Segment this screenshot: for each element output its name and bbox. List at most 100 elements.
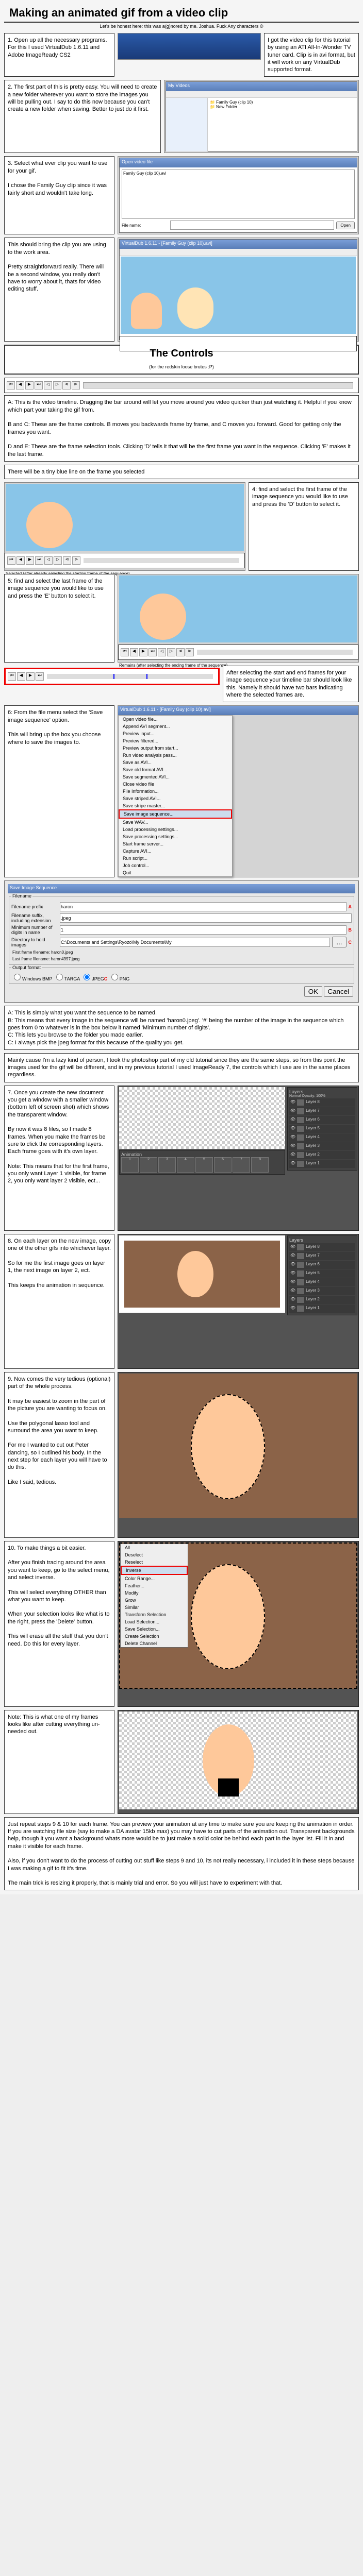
- anim-frame[interactable]: 4: [177, 1157, 194, 1173]
- select-menu[interactable]: AllDeselectReselectInverseColor Range...…: [120, 1544, 188, 1648]
- ps-lasso-canvas: [119, 1374, 357, 1518]
- window-menubar: [166, 91, 357, 98]
- layer-row[interactable]: 👁Layer 3: [289, 1142, 355, 1150]
- menu-item[interactable]: Preview input...: [119, 730, 232, 737]
- menu-item[interactable]: Modify: [121, 1589, 188, 1597]
- step1-box: 1. Open up all the necessary programs. F…: [4, 33, 114, 77]
- fmt-tga[interactable]: [56, 974, 63, 980]
- menu-item[interactable]: Load Selection...: [121, 1618, 188, 1625]
- anim-frame[interactable]: 8: [251, 1157, 269, 1173]
- menu-item[interactable]: Save processing settings...: [119, 833, 232, 840]
- layer-row[interactable]: 👁Layer 6: [289, 1116, 355, 1124]
- menu-item[interactable]: Preview output from start...: [119, 744, 232, 752]
- menu-item[interactable]: Deselect: [121, 1551, 188, 1558]
- menu-item[interactable]: Save WAV...: [119, 819, 232, 826]
- save-sequence-dialog: Save Image Sequence Filename Filename pr…: [4, 880, 359, 1003]
- step8-box: 8. On each layer on the new image, copy …: [4, 1234, 114, 1369]
- timeline-track[interactable]: [83, 382, 353, 388]
- menu-item[interactable]: Save stripe master...: [119, 802, 232, 809]
- layer-row[interactable]: 👁Layer 2: [289, 1151, 355, 1159]
- photo-note: Mainly cause I'm a lazy kind of person, …: [4, 1053, 359, 1082]
- dir-input[interactable]: [60, 938, 330, 947]
- layer-row[interactable]: 👁Layer 8: [289, 1243, 355, 1251]
- ps-canvas-peter: [119, 1235, 285, 1313]
- menu-item[interactable]: Transform Selection: [121, 1611, 188, 1618]
- menu-item[interactable]: File Information...: [119, 788, 232, 795]
- menu-item[interactable]: All: [121, 1544, 188, 1551]
- menu-item[interactable]: Append AVI segment...: [119, 723, 232, 730]
- final-note: Just repeat steps 9 & 10 for each frame.…: [4, 1817, 359, 1891]
- menu-item[interactable]: Save Selection...: [121, 1625, 188, 1633]
- ps-step9: [118, 1372, 359, 1538]
- menu-item[interactable]: Open video file...: [119, 716, 232, 723]
- prefix-input[interactable]: [60, 902, 346, 911]
- after-select-timeline: ⏮◀▶⏭: [4, 668, 220, 685]
- menu-item[interactable]: Load processing settings...: [119, 826, 232, 833]
- menu-item[interactable]: Delete Channel: [121, 1640, 188, 1647]
- menu-item[interactable]: Inverse: [121, 1566, 188, 1575]
- open-dialog-title: Open video file: [120, 158, 357, 167]
- page-title: Making an animated gif from a video clip: [4, 4, 359, 23]
- fmt-png[interactable]: [111, 974, 118, 980]
- window-titlebar: My Videos: [166, 82, 357, 91]
- anim-frame[interactable]: 5: [195, 1157, 213, 1173]
- menu-item[interactable]: Job control...: [119, 862, 232, 869]
- layer-row[interactable]: 👁Layer 3: [289, 1287, 355, 1295]
- menu-item[interactable]: Save image sequence...: [119, 809, 232, 819]
- explorer-screenshot: My Videos 📁 Family Guy (clip 10)📁 New Fo…: [164, 80, 359, 153]
- digits-input[interactable]: [60, 925, 346, 935]
- filename-input[interactable]: [170, 221, 334, 230]
- open-button[interactable]: Open: [336, 222, 355, 229]
- menu-item[interactable]: Run script...: [119, 855, 232, 862]
- layer-row[interactable]: 👁Layer 1: [289, 1304, 355, 1313]
- menu-item[interactable]: Color Range...: [121, 1575, 188, 1582]
- menu-item[interactable]: Preview filtered...: [119, 737, 232, 744]
- menu-item[interactable]: Feather...: [121, 1582, 188, 1589]
- menu-item[interactable]: Save segmented AVI...: [119, 773, 232, 781]
- anim-frame[interactable]: 2: [140, 1157, 157, 1173]
- step3b-box: This should bring the clip you are using…: [4, 238, 114, 342]
- dlg-titlebar: Save Image Sequence: [8, 884, 355, 893]
- menu-item[interactable]: Create Selection: [121, 1633, 188, 1640]
- menu-item[interactable]: Capture AVI...: [119, 848, 232, 855]
- step5-timeline[interactable]: ⏮◀▶⏭◁▷⊲⊳: [118, 645, 358, 660]
- menu-item[interactable]: Close video file: [119, 781, 232, 788]
- anim-frame[interactable]: 6: [214, 1157, 232, 1173]
- menu-item[interactable]: Run video analysis pass...: [119, 752, 232, 759]
- anim-frame[interactable]: 3: [158, 1157, 176, 1173]
- layer-row[interactable]: 👁Layer 5: [289, 1269, 355, 1278]
- menu-item[interactable]: Save as AVI...: [119, 759, 232, 766]
- layer-row[interactable]: 👁Layer 4: [289, 1278, 355, 1286]
- anim-frame[interactable]: 1: [121, 1157, 139, 1173]
- menu-item[interactable]: Reselect: [121, 1558, 188, 1566]
- layer-row[interactable]: 👁Layer 7: [289, 1252, 355, 1260]
- ps-cutout: [118, 1710, 359, 1814]
- menu-item[interactable]: Save striped AVI...: [119, 795, 232, 802]
- ok-button[interactable]: OK: [304, 986, 322, 997]
- menu-item[interactable]: Similar: [121, 1604, 188, 1611]
- step7-box: 7. Once you create the new document you …: [4, 1086, 114, 1231]
- browse-button[interactable]: ...: [332, 937, 346, 947]
- layer-row[interactable]: 👁Layer 2: [289, 1296, 355, 1304]
- step4-timeline[interactable]: ⏮◀▶⏭◁▷⊲⊳: [5, 553, 245, 568]
- layer-row[interactable]: 👁Layer 4: [289, 1133, 355, 1142]
- cancel-button[interactable]: Cancel: [324, 986, 354, 997]
- ps-animation-panel: Animation 12345678: [119, 1150, 285, 1175]
- fmt-bmp[interactable]: [14, 974, 21, 980]
- suffix-input[interactable]: [60, 913, 352, 923]
- step5-preview: [119, 575, 357, 642]
- menu-item[interactable]: Save old format AVI...: [119, 766, 232, 773]
- step3-box: 3. Select what ever clip you want to use…: [4, 156, 114, 234]
- layer-row[interactable]: 👁Layer 7: [289, 1107, 355, 1115]
- layer-row[interactable]: 👁Layer 5: [289, 1125, 355, 1133]
- layer-row[interactable]: 👁Layer 1: [289, 1160, 355, 1168]
- menu-item[interactable]: Grow: [121, 1597, 188, 1604]
- fmt-jpg[interactable]: [84, 974, 90, 980]
- anim-frame[interactable]: 7: [233, 1157, 250, 1173]
- step9-box: 9. Now comes the very tedious (optional)…: [4, 1372, 114, 1538]
- file-menu[interactable]: Open video file...Append AVI segment...P…: [118, 715, 233, 877]
- menu-item[interactable]: Start frame server...: [119, 840, 232, 848]
- layer-row[interactable]: 👁Layer 6: [289, 1261, 355, 1269]
- menu-item[interactable]: Quit: [119, 869, 232, 876]
- layer-row[interactable]: 👁Layer 8: [289, 1098, 355, 1107]
